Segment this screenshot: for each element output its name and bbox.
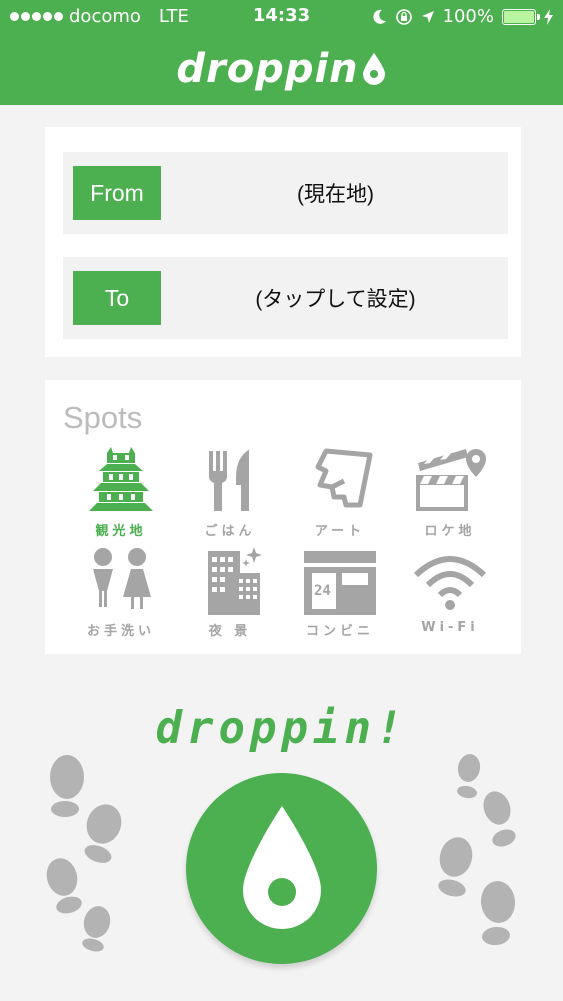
wifi-icon	[413, 556, 487, 610]
from-button[interactable]: From	[73, 166, 161, 220]
footprints-right-icon	[438, 754, 516, 946]
fork-knife-icon	[209, 449, 250, 511]
spot-convenience-store[interactable]: 24 コンビニ	[285, 545, 395, 645]
restroom-icon	[93, 548, 151, 609]
brand-tagline: droppin!	[155, 703, 408, 754]
spot-food[interactable]: ごはん	[175, 445, 285, 545]
to-button[interactable]: To	[73, 271, 161, 325]
svg-text:24: 24	[314, 583, 331, 599]
app-logo: droppin	[176, 46, 386, 92]
from-row[interactable]: From (現在地)	[63, 152, 508, 234]
spots-title: Spots	[63, 400, 143, 435]
spot-wifi[interactable]: Wi-Fi	[395, 545, 505, 645]
spot-label: 観光地	[95, 524, 147, 539]
battery-percent: 100%	[442, 6, 494, 27]
to-value[interactable]: (タップして設定)	[173, 257, 498, 339]
spots-card: Spots 観光地 ごはん アート ロケ地 お手洗い 夜 景 24 コンビニ W…	[45, 380, 521, 654]
spot-label: ロケ地	[424, 524, 476, 539]
spot-filming-location[interactable]: ロケ地	[395, 445, 505, 545]
night-buildings-icon	[208, 547, 262, 615]
status-bar: docomo LTE 14:33 100%	[0, 0, 563, 32]
art-icon	[315, 448, 373, 508]
convenience-store-icon: 24	[304, 551, 376, 615]
drop-icon	[242, 805, 321, 929]
moon-icon	[372, 9, 386, 24]
charging-bolt-icon	[544, 8, 553, 25]
from-value[interactable]: (現在地)	[173, 152, 498, 234]
droppin-button[interactable]	[186, 773, 377, 964]
spot-label: ごはん	[204, 524, 256, 539]
spot-label: アート	[314, 524, 366, 539]
logo-text: droppin	[176, 45, 359, 92]
spot-label: お手洗い	[86, 624, 155, 639]
app-header: droppin	[0, 32, 563, 105]
to-row[interactable]: To (タップして設定)	[63, 257, 508, 339]
drop-logo-icon	[362, 52, 385, 85]
spot-label: 夜 景	[208, 624, 252, 639]
battery-icon	[502, 8, 540, 25]
location-arrow-icon	[421, 10, 434, 23]
clapperboard-pin-icon	[416, 449, 486, 511]
castle-icon	[89, 447, 153, 511]
footprints-left-icon	[46, 755, 122, 952]
spot-label: Wi-Fi	[421, 620, 479, 635]
spot-sightseeing[interactable]: 観光地	[66, 445, 176, 545]
spot-art[interactable]: アート	[285, 445, 395, 545]
spot-label: コンビニ	[305, 624, 374, 639]
route-card: From (現在地) To (タップして設定)	[45, 127, 521, 357]
spot-restroom[interactable]: お手洗い	[66, 545, 176, 645]
rotation-lock-icon	[395, 8, 412, 25]
spot-night-view[interactable]: 夜 景	[175, 545, 285, 645]
